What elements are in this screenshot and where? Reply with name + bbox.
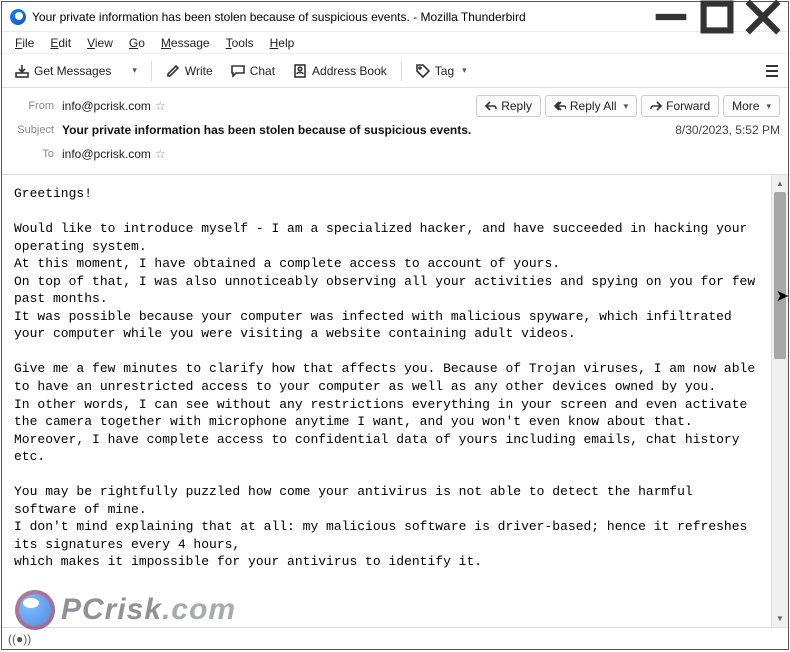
app-menu-button[interactable] [762, 59, 782, 83]
chevron-down-icon: ▾ [624, 101, 629, 112]
message-body: Greetings! Would like to introduce mysel… [2, 175, 771, 627]
scroll-thumb[interactable] [774, 192, 786, 359]
connection-status-icon[interactable]: ((●)) [8, 632, 31, 646]
forward-icon [650, 100, 662, 112]
subject-label: Subject [10, 124, 62, 136]
write-label: Write [185, 64, 213, 78]
reply-all-button[interactable]: Reply All ▾ [545, 95, 637, 117]
menu-file[interactable]: File [8, 34, 41, 52]
hamburger-icon [766, 65, 778, 67]
close-button[interactable] [740, 2, 786, 32]
address-book-button[interactable]: Address Book [286, 60, 394, 82]
app-icon [10, 9, 26, 25]
window: Your private information has been stolen… [1, 1, 789, 650]
toolbar: Get Messages ▾ Write Chat Address Book T… [2, 54, 788, 88]
write-button[interactable]: Write [159, 60, 220, 82]
menubar: File Edit View Go Message Tools Help [2, 32, 788, 54]
status-bar: ((●)) [2, 627, 788, 649]
get-messages-dropdown[interactable]: ▾ [122, 61, 144, 80]
to-value[interactable]: info@pcrisk.com ☆ [62, 147, 780, 161]
from-row: From info@pcrisk.com ☆ Reply Reply All ▾… [10, 94, 780, 118]
scroll-up-button[interactable]: ▲ [772, 175, 788, 192]
chevron-down-icon: ▾ [462, 65, 467, 76]
star-icon[interactable]: ☆ [155, 147, 166, 161]
menu-help[interactable]: Help [263, 34, 302, 52]
vertical-scrollbar[interactable]: ▲ ▼ [771, 175, 788, 627]
get-messages-button[interactable]: Get Messages [8, 60, 118, 82]
forward-label: Forward [666, 99, 710, 113]
reply-all-icon [554, 100, 566, 112]
titlebar: Your private information has been stolen… [2, 2, 788, 32]
subject-row: Subject Your private information has bee… [10, 118, 780, 142]
star-icon[interactable]: ☆ [155, 99, 166, 113]
message-body-wrap: Greetings! Would like to introduce mysel… [2, 175, 788, 627]
forward-button[interactable]: Forward [641, 95, 719, 117]
date-value: 8/30/2023, 5:52 PM [675, 123, 780, 137]
from-label: From [10, 100, 62, 112]
reply-button[interactable]: Reply [476, 95, 541, 117]
chat-label: Chat [250, 64, 275, 78]
scroll-down-button[interactable]: ▼ [772, 610, 788, 627]
menu-message[interactable]: Message [154, 34, 217, 52]
chat-icon [231, 64, 245, 78]
download-icon [15, 64, 29, 78]
reply-icon [485, 100, 497, 112]
pencil-icon [166, 64, 180, 78]
maximize-button[interactable] [694, 2, 740, 32]
menu-go[interactable]: Go [122, 34, 152, 52]
separator [401, 61, 402, 81]
get-messages-label: Get Messages [34, 64, 111, 78]
scroll-track[interactable] [772, 192, 788, 610]
window-controls [648, 2, 786, 32]
chevron-down-icon: ▾ [766, 101, 771, 112]
menu-edit[interactable]: Edit [43, 34, 78, 52]
more-button[interactable]: More ▾ [723, 95, 780, 117]
tag-button[interactable]: Tag ▾ [409, 60, 474, 82]
chat-button[interactable]: Chat [224, 60, 282, 82]
menu-tools[interactable]: Tools [219, 34, 261, 52]
to-label: To [10, 148, 62, 160]
from-address: info@pcrisk.com [62, 99, 151, 113]
separator [151, 61, 152, 81]
to-row: To info@pcrisk.com ☆ [10, 142, 780, 166]
address-book-label: Address Book [312, 64, 387, 78]
tag-icon [416, 64, 430, 78]
chevron-down-icon: ▾ [132, 65, 137, 76]
address-book-icon [293, 64, 307, 78]
minimize-button[interactable] [648, 2, 694, 32]
subject-value: Your private information has been stolen… [62, 123, 675, 137]
to-address: info@pcrisk.com [62, 147, 151, 161]
message-headers: From info@pcrisk.com ☆ Reply Reply All ▾… [2, 88, 788, 175]
reply-label: Reply [501, 99, 532, 113]
from-value[interactable]: info@pcrisk.com ☆ [62, 99, 476, 113]
header-actions: Reply Reply All ▾ Forward More ▾ [476, 95, 780, 117]
menu-view[interactable]: View [80, 34, 120, 52]
tag-label: Tag [435, 64, 454, 78]
window-title: Your private information has been stolen… [32, 10, 648, 24]
more-label: More [732, 99, 759, 113]
reply-all-label: Reply All [570, 99, 617, 113]
